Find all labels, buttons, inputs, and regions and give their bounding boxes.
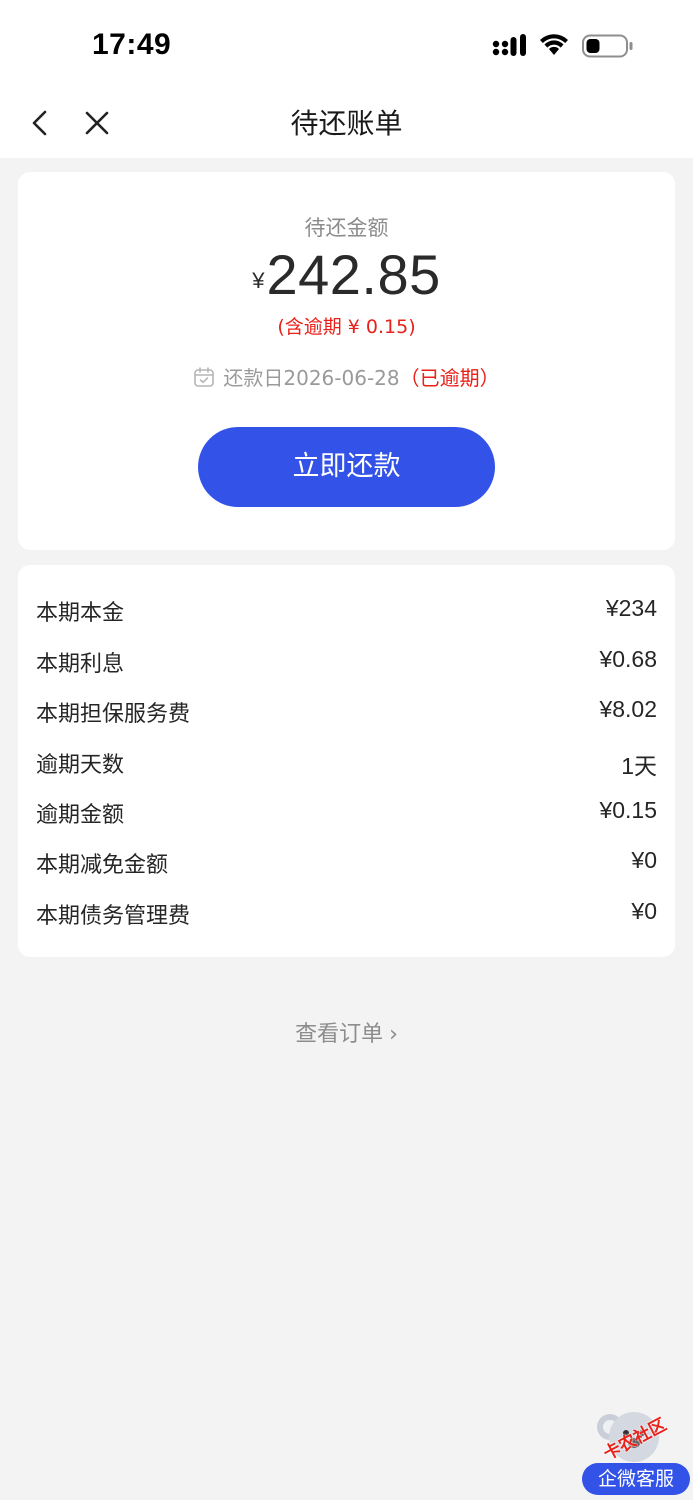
- wifi-icon: [540, 34, 568, 55]
- pay-now-button[interactable]: 立即还款: [198, 427, 495, 507]
- detail-value: ¥234: [605, 595, 657, 621]
- cellular-signal-icon: [492, 34, 526, 56]
- detail-value: ¥0.15: [599, 797, 657, 823]
- due-amount-label: 待还金额: [304, 216, 389, 240]
- currency-symbol: ¥: [252, 268, 265, 293]
- chevron-right-icon: ›: [389, 1022, 398, 1047]
- detail-value: ¥0: [631, 847, 657, 873]
- bill-detail-card: 本期本金 ¥234 本期利息 ¥0.68 本期担保服务费 ¥8.02 逾期天数 …: [18, 565, 675, 957]
- overdue-note: (含逾期 ¥ 0.15): [277, 316, 416, 338]
- detail-label: 本期本金: [36, 601, 125, 626]
- detail-value: ¥0: [631, 898, 657, 924]
- detail-value: ¥8.02: [599, 696, 657, 722]
- detail-label: 逾期金额: [36, 803, 125, 828]
- detail-label: 本期利息: [36, 652, 125, 677]
- view-order-link[interactable]: 查看订单 ›: [0, 1016, 693, 1048]
- detail-row: 本期担保服务费 ¥8.02: [36, 696, 657, 736]
- due-date-text: 还款日2026-06-28: [223, 366, 400, 390]
- page-title: 待还账单: [290, 107, 403, 140]
- due-date-row: 还款日2026-06-28（已逾期）: [18, 362, 675, 391]
- detail-row: 本期债务管理费 ¥0: [36, 898, 657, 938]
- view-order-label: 查看订单: [295, 1022, 384, 1047]
- detail-value: 1天: [621, 753, 657, 779]
- detail-row: 本期减免金额 ¥0: [36, 847, 657, 887]
- nav-bar: 待还账单: [0, 88, 693, 158]
- overdue-tag: （已逾期）: [399, 366, 500, 390]
- summary-card: 待还金额 ¥242.85 (含逾期 ¥ 0.15) 还款日2026-06-28（…: [18, 172, 675, 550]
- detail-label: 本期减免金额: [36, 853, 169, 878]
- detail-row: 逾期天数 1天: [36, 747, 657, 787]
- detail-label: 本期担保服务费: [36, 702, 191, 727]
- detail-label: 逾期天数: [36, 753, 125, 778]
- detail-row: 逾期金额 ¥0.15: [36, 797, 657, 837]
- detail-row: 本期本金 ¥234: [36, 595, 657, 635]
- customer-service-button[interactable]: 企微客服: [582, 1463, 690, 1495]
- due-amount: ¥242.85: [18, 242, 675, 307]
- status-bar: 17:49: [0, 0, 693, 88]
- detail-label: 本期债务管理费: [36, 904, 191, 929]
- calendar-icon: [194, 367, 215, 387]
- detail-value: ¥0.68: [599, 646, 657, 672]
- amount-value: 242.85: [266, 243, 441, 306]
- detail-row: 本期利息 ¥0.68: [36, 646, 657, 686]
- battery-icon: [582, 34, 633, 58]
- customer-service-float[interactable]: 卡农社区 企微客服: [580, 1405, 692, 1497]
- status-time: 17:49: [92, 28, 172, 61]
